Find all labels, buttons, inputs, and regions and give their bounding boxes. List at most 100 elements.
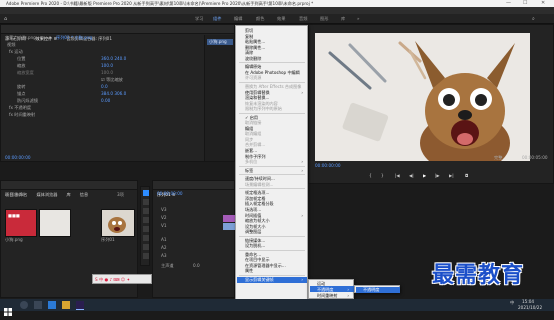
rotation-value[interactable]: 0.0 [101,84,108,90]
workspace-assembly[interactable]: 组件 [213,16,221,22]
context-menu-item[interactable]: 编辑原始 [245,64,261,69]
type-tool-icon[interactable] [143,253,149,259]
context-menu-item[interactable]: 剪切 [245,28,253,33]
step-back-icon[interactable]: ◀| [409,173,414,179]
workspace-graphics[interactable]: 图形 [320,16,328,22]
master-clip-label[interactable]: 主要 * 小狗.png [5,35,36,41]
timeline-clip-v2[interactable] [223,215,235,222]
hand-tool-icon[interactable] [143,244,149,250]
project-search[interactable]: ◎ 项目(S) [5,192,24,198]
premiere-taskbar-icon[interactable] [76,301,84,310]
tab-libraries[interactable]: 库 [67,192,71,197]
context-menu-item[interactable]: 复制 [245,34,253,39]
workspace-editing[interactable]: 编辑 [234,16,242,22]
program-timecode[interactable]: 00:00:00:00 [315,163,341,169]
slip-tool-icon[interactable] [143,226,149,232]
track-label[interactable]: A2 [161,245,167,251]
file-explorer-icon[interactable] [62,301,70,309]
scale-value[interactable]: 100.0 [101,63,113,69]
workspace-effects[interactable]: 效果 [277,16,285,22]
effect-row-opacity[interactable]: fx 不透明度 [9,105,31,111]
thumb-background[interactable] [39,209,71,237]
effect-row-motion[interactable]: fx 运动 [9,49,23,55]
thumb-dog-alt[interactable]: ■■■ [5,209,37,237]
context-menu-item[interactable]: 场选项... [245,207,261,212]
track-select-tool-icon[interactable] [143,199,149,205]
context-menu-item[interactable]: 嵌套... [245,148,257,153]
workspace-more[interactable]: » [357,16,360,22]
mark-out-icon[interactable]: } [381,173,384,179]
mini-timeline[interactable]: 小狗.png [204,35,234,161]
position-value[interactable]: 360.0 240.0 [101,56,126,62]
scale-width-value[interactable]: 100.0 [101,70,113,76]
context-menu-item[interactable]: 时间插值 [245,213,261,218]
timeline-timecode[interactable]: 00:00:00:00 [157,191,183,197]
context-menu-item[interactable]: 设为帧大小 [245,224,265,229]
context-menu-item[interactable]: 使用剪辑替换 [245,90,270,95]
go-to-out-icon[interactable]: ▶| [449,173,454,179]
taskbar-ime-toolbar[interactable]: S 中 ● ♪ ⌨ ☺ ✦ [92,274,152,284]
flicker-value[interactable]: 0.00 [101,98,110,104]
workspace-audio[interactable]: 音频 [299,16,307,22]
ripple-edit-tool-icon[interactable] [143,208,149,214]
effect-controls-timecode[interactable]: 00:00:00:00 [5,155,31,161]
tab-info[interactable]: 信息 [80,192,88,197]
search-icon[interactable]: ⌕ [532,16,535,22]
context-menu-item[interactable]: 帧定格选项... [245,190,269,195]
track-label[interactable]: V2 [161,215,167,221]
tab-effect-controls[interactable]: 效果控件 ≡ [36,36,58,41]
context-menu-item[interactable]: 链接媒体... [245,238,265,243]
sequence-clip-label[interactable]: 序列01 * 小狗.png [56,35,92,41]
track-label[interactable]: V1 [161,223,167,229]
export-frame-icon[interactable]: ◘ [465,173,468,179]
track-label[interactable]: A3 [161,253,167,259]
workspace-libraries[interactable]: 库 [341,16,345,22]
context-menu-item[interactable]: ✓ 启用 [245,115,258,120]
submenu-item-opacity[interactable]: 不透明度 [317,287,333,292]
close-button[interactable]: ✕ [541,0,545,7]
context-menu-item[interactable]: 粘贴属性... [245,39,265,44]
ime-indicator[interactable]: 中 [510,300,514,306]
edge-browser-icon[interactable] [48,301,56,309]
fit-dropdown[interactable]: 完整 [494,155,502,161]
submenu-item-time-remap[interactable]: 时间重映射 [317,293,337,298]
workspace-learn[interactable]: 学习 [195,16,203,22]
master-track-label[interactable]: 主声道 [161,263,174,269]
submenu2-item-opacity[interactable]: 不透明度 [363,287,379,292]
minimize-button[interactable]: — [506,0,511,7]
go-to-in-icon[interactable]: |◀ [395,173,400,179]
context-menu-item[interactable]: 属性 [245,268,253,273]
context-menu-item[interactable]: 清除 [245,50,253,55]
context-menu-item[interactable]: 缩放为帧大小 [245,218,270,223]
anchor-value[interactable]: 384.0 306.0 [101,91,126,97]
play-icon[interactable]: ▶ [423,173,426,179]
context-menu-item[interactable]: 速度/持续时间... [245,176,275,181]
effect-row-time-remap[interactable]: fx 时间重映射 [9,112,35,118]
razor-tool-icon[interactable] [143,217,149,223]
mark-in-icon[interactable]: { [369,173,372,179]
home-icon[interactable]: ⌂ [4,16,7,22]
selection-tool-icon[interactable] [143,190,149,196]
context-menu-item[interactable]: 删除属性... [245,45,265,50]
uniform-scale-checkbox[interactable]: ☑ 等比缩放 [101,77,123,83]
timeline-clip-v1[interactable] [223,223,235,230]
program-video-frame[interactable] [315,33,530,161]
search-taskbar-icon[interactable] [20,301,28,309]
start-icon[interactable] [4,301,12,316]
master-volume[interactable]: 0.0 [193,263,200,269]
context-menu-item[interactable]: 波纹删除 [245,56,261,61]
workspace-color[interactable]: 颜色 [256,16,264,22]
track-label[interactable]: A1 [161,237,167,243]
pen-tool-icon[interactable] [143,235,149,241]
context-menu-item[interactable]: 标签 [245,168,253,173]
context-menu-item[interactable]: 渲染和替换... [245,95,269,100]
context-menu-item[interactable]: 显示剪辑关键帧 [245,277,274,282]
context-menu-item[interactable]: 调整图层 [245,229,261,234]
maximize-button[interactable]: ☐ [523,0,527,7]
thumb-dog[interactable] [101,209,135,237]
tab-media-browser[interactable]: 媒体浏览器 [36,192,57,197]
track-label[interactable]: V3 [161,207,167,213]
context-menu-item[interactable]: 设为脱机... [245,243,265,248]
context-menu-item[interactable]: 在项目中显示 [245,257,270,262]
task-view-icon[interactable] [34,301,42,309]
